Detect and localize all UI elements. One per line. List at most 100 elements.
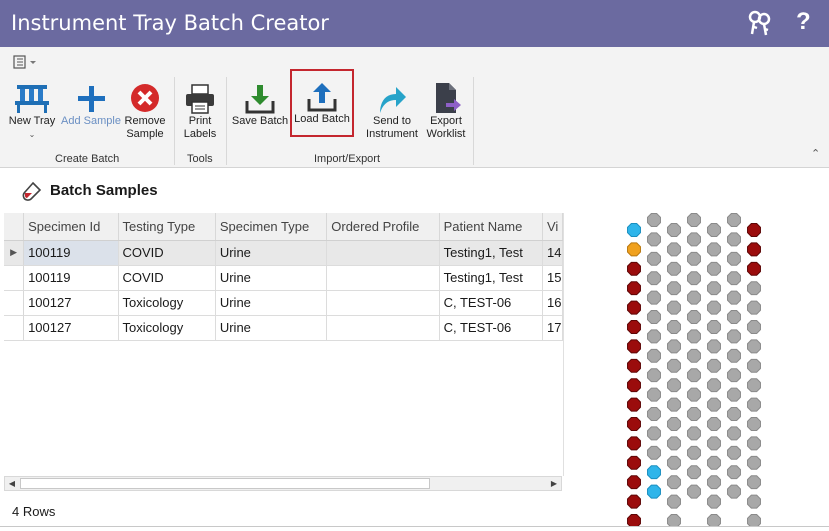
tray-position-blue[interactable] — [627, 223, 641, 237]
tray-position-gray[interactable] — [687, 213, 701, 227]
tray-position-gray[interactable] — [667, 397, 681, 412]
tray-position-gray[interactable] — [687, 251, 701, 266]
tray-position-gray[interactable] — [647, 445, 661, 460]
cell-patient-name[interactable]: Testing1, Test — [439, 240, 543, 266]
export-worklist-button[interactable]: Export Worklist — [424, 81, 468, 141]
tray-position-gray[interactable] — [687, 445, 701, 460]
tray-position-gray[interactable] — [667, 300, 681, 315]
tray-position-gray[interactable] — [687, 310, 701, 324]
tray-position-red[interactable] — [627, 397, 641, 412]
tray-position-gray[interactable] — [727, 232, 741, 247]
cell-specimen-id[interactable]: 100127 — [23, 290, 119, 316]
tray-position-gray[interactable] — [727, 213, 741, 227]
print-labels-button[interactable]: Print Labels — [180, 83, 220, 141]
tray-position-gray[interactable] — [727, 251, 741, 266]
cell-specimen-type[interactable]: Urine — [215, 240, 328, 266]
tray-position-gray[interactable] — [707, 242, 721, 257]
tray-position-gray[interactable] — [727, 290, 741, 305]
tray-position-gray[interactable] — [667, 358, 681, 373]
tray-position-gray[interactable] — [707, 455, 721, 470]
cell-patient-name[interactable]: C, TEST-06 — [439, 290, 543, 316]
tray-position-gray[interactable] — [667, 261, 681, 276]
cell-specimen-type[interactable]: Urine — [215, 265, 328, 291]
tray-position-gray[interactable] — [647, 310, 661, 324]
new-tray-button[interactable]: New Tray ⌄ — [6, 83, 58, 141]
cell-testing-type[interactable]: COVID — [118, 240, 216, 266]
tray-position-gray[interactable] — [647, 271, 661, 286]
keys-icon[interactable] — [747, 10, 773, 36]
tray-position-gray[interactable] — [747, 436, 761, 451]
add-sample-button[interactable]: Add Sample — [61, 83, 121, 128]
tray-position-red[interactable] — [627, 300, 641, 315]
tray-position-gray[interactable] — [727, 310, 741, 324]
send-to-instrument-button[interactable]: Send to Instrument — [362, 83, 422, 141]
tray-position-gray[interactable] — [727, 426, 741, 441]
table-row[interactable]: 100119 COVID Urine Testing1, Test 15 — [4, 265, 563, 291]
tray-position-gray[interactable] — [647, 290, 661, 305]
tray-position-red[interactable] — [627, 417, 641, 431]
tray-position-red[interactable] — [747, 261, 761, 276]
tray-position-gray[interactable] — [707, 436, 721, 451]
tray-position-red[interactable] — [627, 281, 641, 296]
cell-testing-type[interactable]: Toxicology — [118, 315, 216, 341]
tray-position-gray[interactable] — [687, 329, 701, 344]
tray-position-gray[interactable] — [647, 426, 661, 441]
cell-visit[interactable]: 15 — [542, 265, 563, 291]
tray-position-gray[interactable] — [747, 475, 761, 490]
load-batch-button[interactable]: Load Batch — [290, 69, 354, 137]
cell-specimen-id[interactable]: 100119 — [23, 240, 119, 266]
tray-position-gray[interactable] — [687, 426, 701, 441]
tray-position-gray[interactable] — [667, 281, 681, 296]
tray-position-gray[interactable] — [707, 397, 721, 412]
column-header-ordered-profile[interactable]: Ordered Profile — [326, 213, 440, 241]
column-header-specimen-id[interactable]: Specimen Id — [23, 213, 119, 241]
tray-position-gray[interactable] — [687, 290, 701, 305]
quick-access-menu-icon[interactable] — [13, 55, 39, 69]
cell-ordered-profile[interactable] — [326, 315, 440, 341]
tray-position-red[interactable] — [627, 378, 641, 393]
column-header-visit[interactable]: Vi — [542, 213, 563, 241]
tray-position-gray[interactable] — [647, 348, 661, 363]
tray-position-gray[interactable] — [727, 387, 741, 402]
tray-position-gray[interactable] — [687, 484, 701, 499]
cell-testing-type[interactable]: COVID — [118, 265, 216, 291]
cell-ordered-profile[interactable] — [326, 265, 440, 291]
horizontal-scrollbar[interactable]: ◀ ▶ — [4, 476, 562, 491]
tray-position-gray[interactable] — [647, 251, 661, 266]
tray-position-gray[interactable] — [707, 261, 721, 276]
tray-position-gray[interactable] — [707, 320, 721, 334]
tray-position-gray[interactable] — [747, 378, 761, 393]
tray-position-gray[interactable] — [667, 320, 681, 334]
tray-position-red[interactable] — [627, 320, 641, 334]
tray-position-gray[interactable] — [667, 436, 681, 451]
scroll-right-arrow-icon[interactable]: ▶ — [547, 477, 561, 490]
table-row[interactable]: 100127 Toxicology Urine C, TEST-06 17 — [4, 315, 563, 341]
cell-ordered-profile[interactable] — [326, 290, 440, 316]
cell-ordered-profile[interactable] — [326, 240, 440, 266]
cell-specimen-type[interactable]: Urine — [215, 315, 328, 341]
tray-position-gray[interactable] — [687, 407, 701, 421]
table-row[interactable]: ▶ 100119 COVID Urine Testing1, Test 14 — [4, 240, 563, 266]
save-batch-button[interactable]: Save Batch — [231, 83, 289, 128]
tray-position-gray[interactable] — [747, 339, 761, 354]
tray-position-gray[interactable] — [667, 378, 681, 393]
tray-position-gray[interactable] — [687, 368, 701, 383]
tray-position-gray[interactable] — [707, 494, 721, 509]
tray-position-orange[interactable] — [627, 242, 641, 257]
tray-position-gray[interactable] — [727, 348, 741, 363]
tray-position-gray[interactable] — [747, 320, 761, 334]
scroll-left-arrow-icon[interactable]: ◀ — [5, 477, 19, 490]
tray-position-gray[interactable] — [667, 514, 681, 526]
tray-position-gray[interactable] — [687, 232, 701, 247]
tray-position-red[interactable] — [627, 436, 641, 451]
tray-position-gray[interactable] — [647, 329, 661, 344]
cell-patient-name[interactable]: Testing1, Test — [439, 265, 543, 291]
column-header-specimen-type[interactable]: Specimen Type — [215, 213, 328, 241]
tray-position-gray[interactable] — [747, 417, 761, 431]
tray-position-gray[interactable] — [707, 417, 721, 431]
tray-position-gray[interactable] — [727, 445, 741, 460]
tray-position-gray[interactable] — [647, 387, 661, 402]
remove-sample-button[interactable]: Remove Sample — [123, 83, 167, 141]
tray-position-gray[interactable] — [647, 213, 661, 227]
tray-position-gray[interactable] — [667, 494, 681, 509]
